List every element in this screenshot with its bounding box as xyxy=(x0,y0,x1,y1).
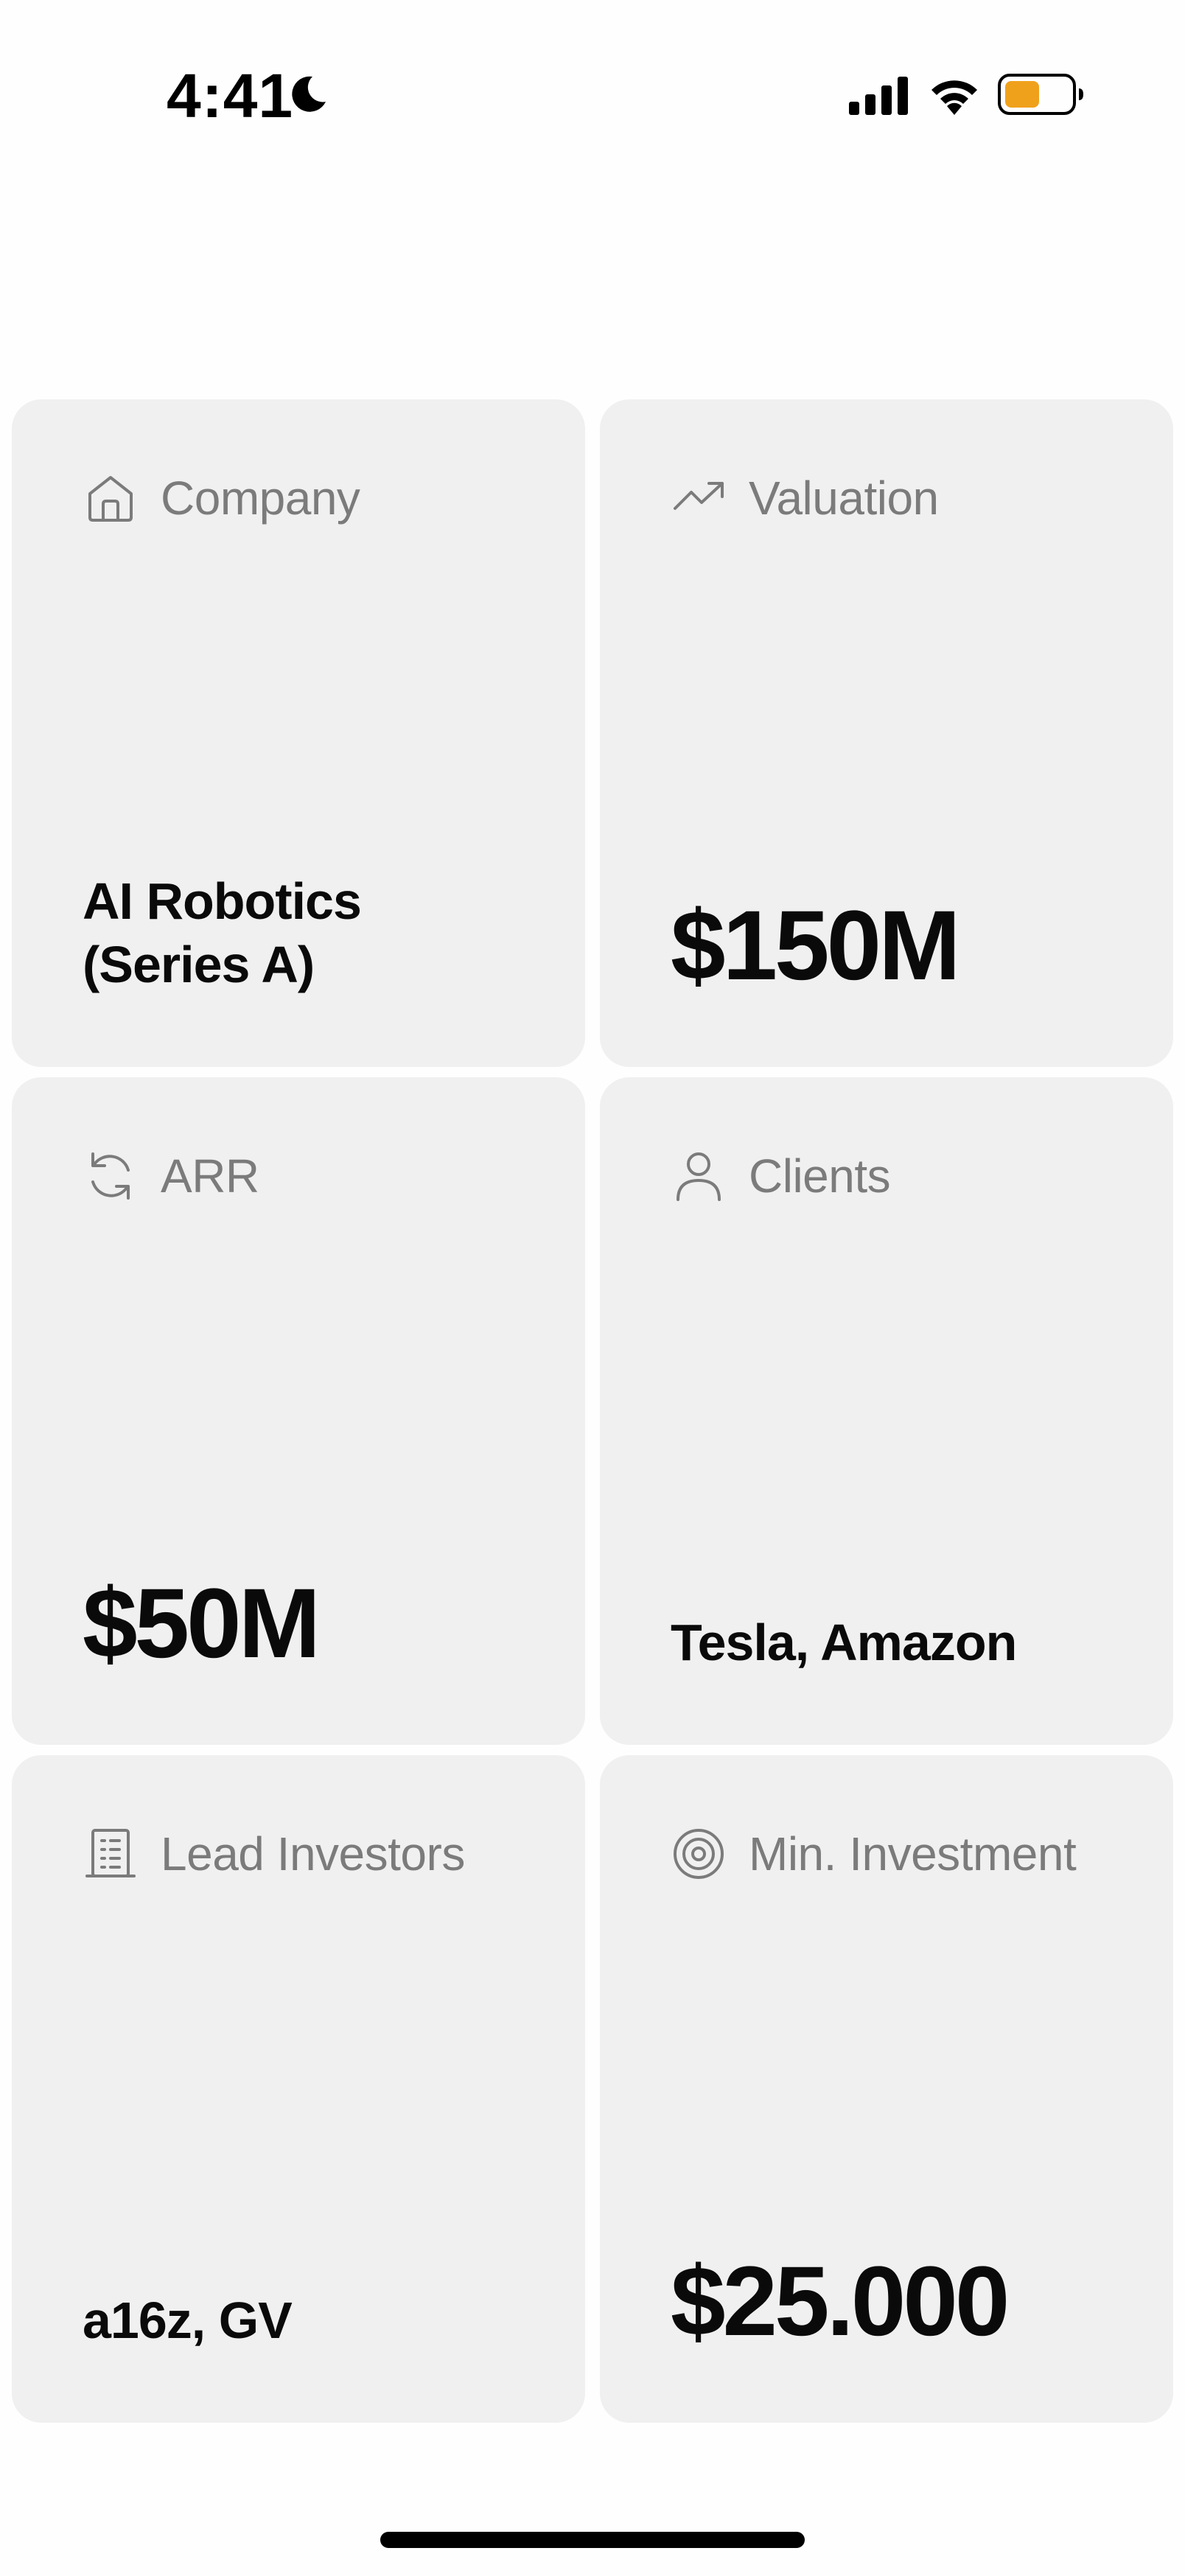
card-label: Clients xyxy=(749,1149,891,1203)
card-header: Clients xyxy=(671,1147,891,1205)
refresh-icon xyxy=(83,1148,139,1204)
clients-card[interactable]: Clients Tesla, Amazon xyxy=(600,1077,1173,1745)
cellular-signal-icon xyxy=(849,77,908,115)
lead-investors-card[interactable]: Lead Investors a16z, GV xyxy=(12,1755,585,2423)
card-value: AI Robotics (Series A) xyxy=(83,872,362,993)
target-icon xyxy=(671,1826,727,1882)
card-header: Valuation xyxy=(671,469,939,528)
moon-icon xyxy=(292,76,326,112)
wifi-icon xyxy=(931,80,977,115)
home-icon xyxy=(83,470,139,526)
valuation-card[interactable]: Valuation $150M xyxy=(600,399,1173,1067)
arr-card[interactable]: ARR $50M xyxy=(12,1077,585,1745)
card-value: $150M xyxy=(671,891,961,1001)
card-value: $25.000 xyxy=(671,2247,1010,2356)
card-label: ARR xyxy=(161,1149,259,1203)
building-icon xyxy=(83,1826,139,1882)
company-card[interactable]: Company AI Robotics (Series A) xyxy=(12,399,585,1067)
card-label: Valuation xyxy=(749,472,939,525)
card-label: Min. Investment xyxy=(749,1827,1077,1880)
trending-up-icon xyxy=(671,470,727,526)
card-header: Lead Investors xyxy=(83,1824,465,1883)
screen: 4:41 Company AI Robotics (Series A) Valu… xyxy=(0,0,1185,2576)
home-indicator[interactable] xyxy=(380,2532,805,2548)
card-label: Company xyxy=(161,472,360,525)
user-icon xyxy=(671,1148,727,1204)
card-header: ARR xyxy=(83,1147,259,1205)
card-value: a16z, GV xyxy=(83,2292,293,2349)
status-time: 4:41 xyxy=(167,61,294,130)
card-header: Min. Investment xyxy=(671,1824,1077,1883)
card-header: Company xyxy=(83,469,360,528)
card-label: Lead Investors xyxy=(161,1827,465,1880)
metrics-grid: Company AI Robotics (Series A) Valuation… xyxy=(12,399,1173,2423)
card-value: $50M xyxy=(83,1569,321,1679)
card-value: Tesla, Amazon xyxy=(671,1614,1017,1671)
status-bar: 4:41 xyxy=(0,0,1185,192)
min-investment-card[interactable]: Min. Investment $25.000 xyxy=(600,1755,1173,2423)
battery-icon xyxy=(998,74,1083,115)
